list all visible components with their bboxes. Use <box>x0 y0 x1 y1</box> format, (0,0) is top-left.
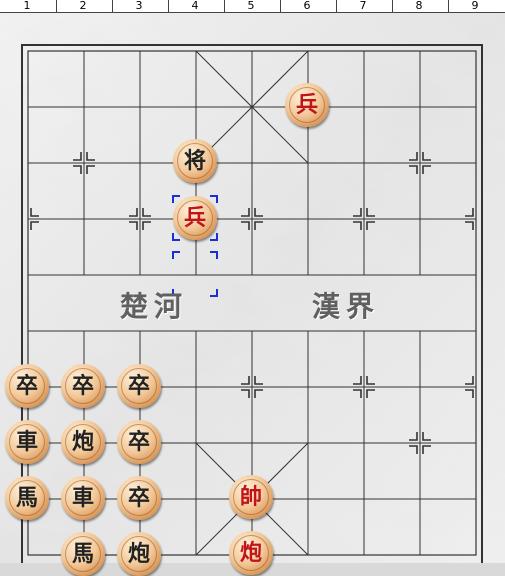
red-cannon-piece[interactable]: 炮 <box>229 531 273 575</box>
river-label-chu-he: 楚河 <box>120 290 189 323</box>
captured-black-chariot-piece[interactable]: 車 <box>61 476 105 520</box>
captured-black-soldier-piece[interactable]: 卒 <box>117 420 161 464</box>
captured-black-chariot-piece[interactable]: 車 <box>5 420 49 464</box>
captured-black-soldier-piece[interactable]: 卒 <box>117 364 161 408</box>
red-soldier-piece-selected[interactable]: 兵 <box>173 196 217 240</box>
captured-black-cannon-piece[interactable]: 炮 <box>61 420 105 464</box>
black-general-piece[interactable]: 将 <box>173 139 217 183</box>
captured-black-cannon-piece[interactable]: 炮 <box>117 532 161 576</box>
piece-label: 卒 <box>71 373 94 399</box>
piece-label: 卒 <box>127 373 150 399</box>
piece-label: 炮 <box>127 541 150 567</box>
piece-label: 卒 <box>127 485 150 511</box>
piece-label: 炮 <box>239 540 262 566</box>
piece-label: 兵 <box>183 205 206 231</box>
piece-label: 車 <box>15 429 38 455</box>
piece-label: 卒 <box>127 429 150 455</box>
captured-black-horse-piece[interactable]: 馬 <box>61 532 105 576</box>
river-label-han-jie: 漢界 <box>312 290 381 323</box>
piece-label: 炮 <box>71 429 94 455</box>
captured-black-soldier-piece[interactable]: 卒 <box>61 364 105 408</box>
piece-label: 馬 <box>71 541 94 567</box>
captured-black-soldier-piece[interactable]: 卒 <box>117 476 161 520</box>
captured-black-soldier-piece[interactable]: 卒 <box>5 364 49 408</box>
red-soldier-piece[interactable]: 兵 <box>285 83 329 127</box>
piece-label: 兵 <box>295 92 318 118</box>
captured-black-horse-piece[interactable]: 馬 <box>5 476 49 520</box>
piece-label: 将 <box>183 148 206 174</box>
piece-label: 帥 <box>239 484 262 510</box>
piece-label: 馬 <box>15 485 38 511</box>
piece-label: 卒 <box>15 373 38 399</box>
red-general-piece[interactable]: 帥 <box>229 475 273 519</box>
piece-label: 車 <box>71 485 94 511</box>
